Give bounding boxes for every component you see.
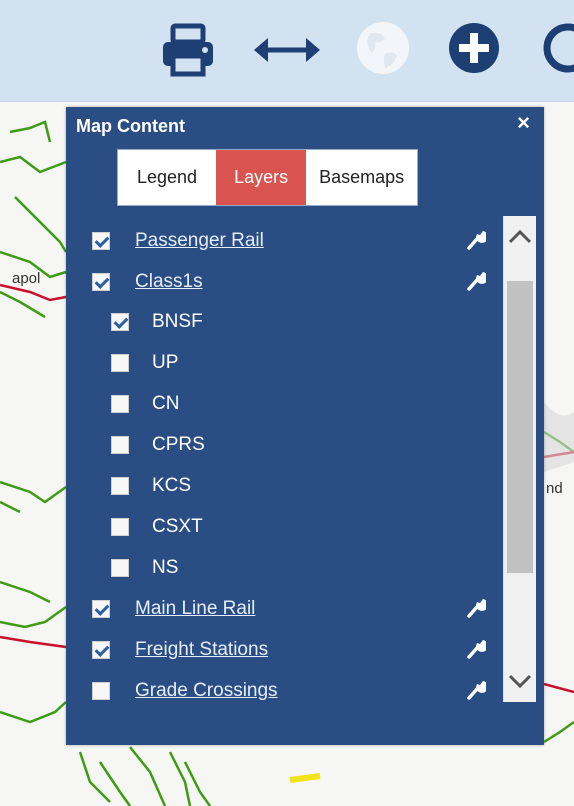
- layer-link[interactable]: Freight Stations: [135, 639, 268, 661]
- wrench-icon[interactable]: [466, 678, 486, 700]
- layer-checkbox[interactable]: [92, 641, 110, 659]
- plus-circle-icon[interactable]: [448, 22, 500, 74]
- layer-row-main-line-rail: Main Line Rail: [92, 595, 506, 623]
- map-label-city-right: nd: [546, 480, 563, 497]
- wrench-icon[interactable]: [466, 637, 486, 659]
- tab-basemaps[interactable]: Basemaps: [306, 150, 418, 205]
- layer-row-ns: NS: [111, 554, 506, 582]
- sublayer-label: KCS: [152, 475, 192, 496]
- layer-checkbox[interactable]: [92, 600, 110, 618]
- layer-checkbox[interactable]: [111, 313, 129, 331]
- circle-icon[interactable]: [540, 22, 574, 74]
- layer-checkbox[interactable]: [111, 436, 129, 454]
- horizontal-arrows-icon[interactable]: [252, 32, 322, 68]
- layer-checkbox[interactable]: [111, 395, 129, 413]
- tab-layers[interactable]: Layers: [216, 150, 307, 205]
- layer-checkbox[interactable]: [92, 232, 110, 250]
- close-icon[interactable]: ×: [517, 110, 530, 136]
- layer-checkbox[interactable]: [92, 682, 110, 700]
- layer-row-cprs: CPRS: [111, 431, 506, 459]
- layer-checkbox[interactable]: [92, 273, 110, 291]
- toolbar: [0, 0, 574, 102]
- layer-checkbox[interactable]: [111, 477, 129, 495]
- layer-checkbox[interactable]: [111, 354, 129, 372]
- layer-row-grade-crossings: Grade Crossings: [92, 677, 506, 705]
- scroll-down-icon[interactable]: [504, 662, 536, 702]
- layer-row-passenger-rail: Passenger Rail: [92, 227, 506, 255]
- sublayer-label: CN: [152, 393, 180, 414]
- tab-legend[interactable]: Legend: [118, 150, 217, 205]
- sublayer-label: CPRS: [152, 434, 205, 455]
- layer-row-class1s: Class1s: [92, 268, 506, 296]
- layer-row-freight-stations: Freight Stations: [92, 636, 506, 664]
- wrench-icon[interactable]: [466, 228, 486, 250]
- sublayer-label: BNSF: [152, 311, 203, 332]
- layer-link[interactable]: Class1s: [135, 271, 203, 293]
- layer-checkbox[interactable]: [111, 559, 129, 577]
- layer-row-cn: CN: [111, 390, 506, 418]
- layer-link[interactable]: Grade Crossings: [135, 680, 278, 702]
- layer-link[interactable]: Main Line Rail: [135, 598, 255, 620]
- sublayer-label: UP: [152, 352, 179, 373]
- printer-icon[interactable]: [160, 22, 216, 78]
- layer-row-kcs: KCS: [111, 472, 506, 500]
- sublayer-label: CSXT: [152, 516, 203, 537]
- scroll-up-icon[interactable]: [504, 216, 536, 256]
- globe-icon[interactable]: [355, 20, 411, 76]
- layer-row-csxt: CSXT: [111, 513, 506, 541]
- layer-link[interactable]: Passenger Rail: [135, 230, 264, 252]
- layer-checkbox[interactable]: [111, 518, 129, 536]
- panel-tabs: Legend Layers Basemaps: [117, 149, 419, 206]
- map-content-panel: Map Content × Legend Layers Basemaps Pas…: [66, 107, 544, 745]
- wrench-icon[interactable]: [466, 269, 486, 291]
- wrench-icon[interactable]: [466, 596, 486, 618]
- scrollbar-thumb[interactable]: [507, 281, 533, 573]
- sublayer-label: NS: [152, 557, 179, 578]
- layer-row-up: UP: [111, 349, 506, 377]
- map-label-city-left: apol: [12, 270, 41, 287]
- layer-row-bnsf: BNSF: [111, 308, 506, 336]
- panel-title: Map Content: [76, 116, 185, 136]
- layer-list-scrollbar[interactable]: [503, 216, 536, 702]
